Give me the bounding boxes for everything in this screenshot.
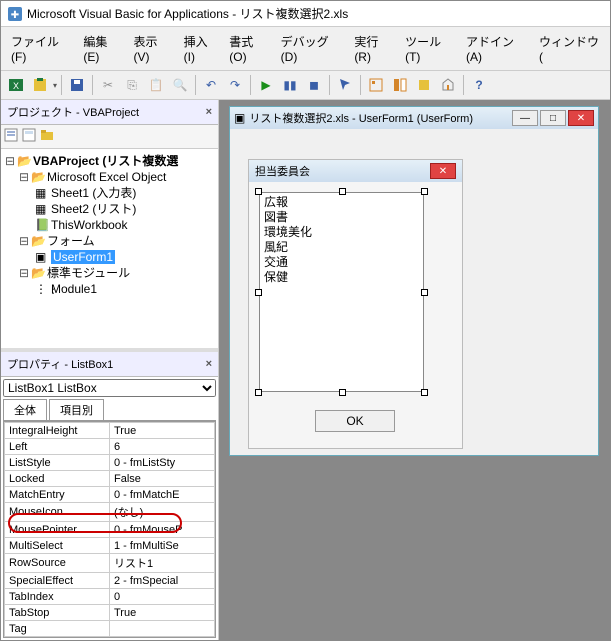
form-icon: ▣ [234,111,245,125]
project-toolbar [1,125,218,149]
form-designer-window: ▣ リスト複数選択2.xls - UserForm1 (UserForm) — … [229,106,599,456]
close-button[interactable]: ✕ [568,110,594,126]
tree-userform1[interactable]: UserForm1 [51,250,115,264]
close-icon[interactable]: × [206,106,212,118]
properties-icon[interactable] [389,74,411,96]
listbox-item[interactable]: 保健 [264,270,419,285]
property-tabs: 全体 項目別 [3,399,216,421]
menubar: ファイル(F) 編集(E) 表示(V) 挿入(I) 書式(O) デバッグ(D) … [1,27,610,71]
view-code-icon[interactable] [3,127,19,146]
property-row[interactable]: ListStyle0 - fmListSty [5,455,215,471]
undo-icon[interactable]: ↶ [200,74,222,96]
ok-button[interactable]: OK [315,410,395,432]
property-row[interactable]: IntegralHeightTrue [5,423,215,439]
view-excel-icon[interactable]: X [5,74,27,96]
property-grid[interactable]: IntegralHeightTrueLeft6ListStyle0 - fmLi… [3,421,216,638]
tab-categorized[interactable]: 項目別 [49,399,104,420]
listbox-item[interactable]: 交通 [264,255,419,270]
left-pane: プロジェクト - VBAProject × ⊟📂VBAProject (リスト複… [1,100,219,640]
mdi-area: ▣ リスト複数選択2.xls - UserForm1 (UserForm) — … [219,100,610,640]
save-icon[interactable] [66,74,88,96]
property-row[interactable]: SpecialEffect2 - fmSpecial [5,573,215,589]
property-row[interactable]: RowSourceリスト1 [5,554,215,573]
object-selector[interactable]: ListBox1 ListBox [3,379,216,397]
listbox-item[interactable]: 広報 [264,195,419,210]
menu-view[interactable]: 表示(V) [127,29,177,68]
insert-icon[interactable] [29,74,51,96]
property-row[interactable]: MouseIcon(なし) [5,503,215,522]
property-row[interactable]: MatchEntry0 - fmMatchE [5,487,215,503]
properties-header: プロパティ - ListBox1 × [1,352,218,377]
break-icon[interactable]: ▮▮ [279,74,301,96]
listbox-item[interactable]: 風紀 [264,240,419,255]
menu-tools[interactable]: ツール(T) [399,29,460,68]
folder-toggle-icon[interactable] [39,127,55,146]
design-mode-icon[interactable] [334,74,356,96]
listbox[interactable]: 広報図書環境美化風紀交通保健 [259,192,424,392]
property-row[interactable]: MultiSelect1 - fmMultiSe [5,538,215,554]
project-tree[interactable]: ⊟📂VBAProject (リスト複数選 ⊟📂Microsoft Excel O… [1,149,218,348]
menu-format[interactable]: 書式(O) [223,29,274,68]
menu-insert[interactable]: 挿入(I) [178,29,224,68]
paste-icon[interactable]: 📋 [145,74,167,96]
maximize-button[interactable]: □ [540,110,566,126]
toolbar: X ▾ ✂ ⎘ 📋 🔍 ↶ ↷ ▶ ▮▮ ◼ ? [1,71,610,100]
property-row[interactable]: Left6 [5,439,215,455]
mdi-titlebar[interactable]: ▣ リスト複数選択2.xls - UserForm1 (UserForm) — … [230,107,598,129]
view-object-icon[interactable] [21,127,37,146]
menu-run[interactable]: 実行(R) [348,29,399,68]
properties-panel: プロパティ - ListBox1 × ListBox1 ListBox 全体 項… [1,352,218,640]
property-row[interactable]: TabIndex0 [5,589,215,605]
reset-icon[interactable]: ◼ [303,74,325,96]
property-row[interactable]: Tag [5,621,215,637]
app-icon: ✚ [7,6,23,22]
redo-icon[interactable]: ↷ [224,74,246,96]
minimize-button[interactable]: — [512,110,538,126]
menu-addins[interactable]: アドイン(A) [460,29,533,68]
toolbox-icon[interactable] [437,74,459,96]
svg-text:✚: ✚ [11,10,19,21]
userform-designer[interactable]: 担当委員会 ✕ 広報図書環境美化風紀交通保健 [248,159,463,449]
form-close-button[interactable]: ✕ [430,163,456,179]
property-row[interactable]: LockedFalse [5,471,215,487]
listbox-item[interactable]: 環境美化 [264,225,419,240]
project-explorer-icon[interactable] [365,74,387,96]
cut-icon[interactable]: ✂ [97,74,119,96]
property-row[interactable]: MousePointer0 - fmMouseP [5,522,215,538]
tab-all[interactable]: 全体 [3,399,47,420]
app-titlebar: ✚ Microsoft Visual Basic for Application… [1,1,610,27]
find-icon[interactable]: 🔍 [169,74,191,96]
userform-caption-bar: 担当委員会 ✕ [249,160,462,182]
menu-debug[interactable]: デバッグ(D) [275,29,349,68]
project-explorer-header: プロジェクト - VBAProject × [1,100,218,125]
app-title: Microsoft Visual Basic for Applications … [27,5,604,22]
run-icon[interactable]: ▶ [255,74,277,96]
property-row[interactable]: TabStopTrue [5,605,215,621]
menu-window[interactable]: ウィンドウ( [533,29,606,68]
listbox-item[interactable]: 図書 [264,210,419,225]
svg-text:X: X [13,81,19,91]
object-browser-icon[interactable] [413,74,435,96]
copy-icon[interactable]: ⎘ [121,74,143,96]
main-area: プロジェクト - VBAProject × ⊟📂VBAProject (リスト複… [1,100,610,640]
close-icon[interactable]: × [206,358,212,370]
menu-edit[interactable]: 編集(E) [77,29,127,68]
app-window: ✚ Microsoft Visual Basic for Application… [0,0,611,641]
help-icon[interactable]: ? [468,74,490,96]
menu-file[interactable]: ファイル(F) [5,29,77,68]
